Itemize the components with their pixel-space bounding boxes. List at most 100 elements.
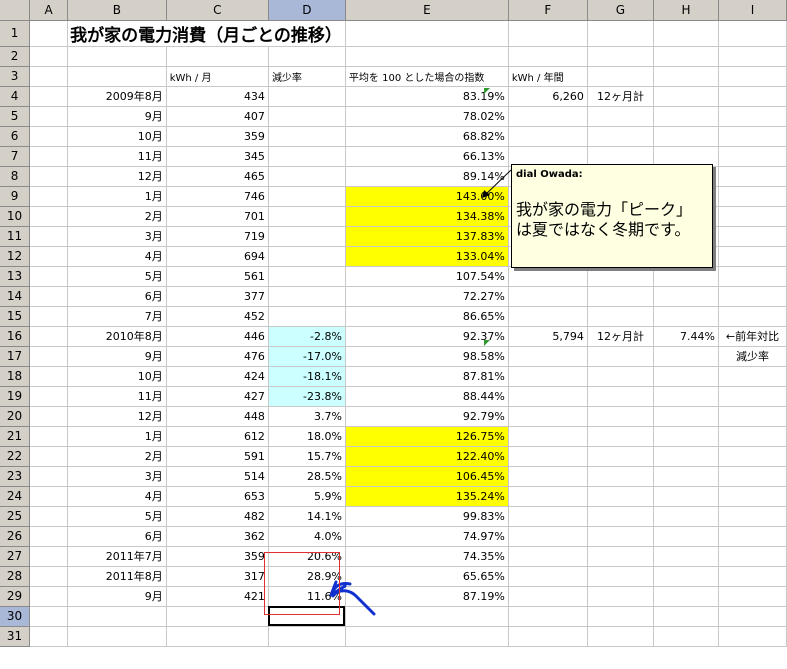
cell-f23[interactable] [508, 466, 588, 487]
cell-i16[interactable]: ←前年対比 [718, 326, 787, 347]
cell-e17[interactable]: 98.58% [345, 346, 509, 367]
cell-i8[interactable] [718, 166, 787, 187]
row-header-30[interactable]: 30 [0, 606, 31, 627]
cell-a28[interactable] [29, 566, 69, 587]
row-header-27[interactable]: 27 [0, 546, 31, 567]
cell-d9[interactable] [268, 186, 346, 207]
row-header-16[interactable]: 16 [0, 326, 31, 347]
cell-f17[interactable] [508, 346, 588, 367]
cell-d11[interactable] [268, 226, 346, 247]
column-header-h[interactable]: H [653, 0, 719, 21]
row-header-17[interactable]: 17 [0, 346, 31, 367]
cell-f19[interactable] [508, 386, 588, 407]
cell-e14[interactable]: 72.27% [345, 286, 509, 307]
row-header-20[interactable]: 20 [0, 406, 31, 427]
cell-g7[interactable] [587, 146, 655, 167]
cell-b27[interactable]: 2011年7月 [67, 546, 167, 567]
cell-c31[interactable] [166, 626, 269, 647]
cell-f21[interactable] [508, 426, 588, 447]
cell-f16[interactable]: 5,794 [508, 326, 588, 347]
column-header-a[interactable]: A [29, 0, 69, 21]
column-header-d[interactable]: D [268, 0, 346, 21]
cell-c30[interactable] [166, 606, 269, 627]
cell-b9[interactable]: 1月 [67, 186, 167, 207]
cell-h14[interactable] [653, 286, 719, 307]
page-title[interactable]: 我が家の電力消費（月ごとの推移） [67, 20, 346, 47]
cell-i14[interactable] [718, 286, 787, 307]
cell-e7[interactable]: 66.13% [345, 146, 509, 167]
cell-a8[interactable] [29, 166, 69, 187]
cell-a13[interactable] [29, 266, 69, 287]
cell-h27[interactable] [653, 546, 719, 567]
cell-c10[interactable]: 701 [166, 206, 269, 227]
cell-c24[interactable]: 653 [166, 486, 269, 507]
cell-a14[interactable] [29, 286, 69, 307]
cell-g4[interactable]: 12ヶ月計 [587, 86, 655, 107]
cell-i31[interactable] [718, 626, 787, 647]
cell-i13[interactable] [718, 266, 787, 287]
cell-f2[interactable] [508, 46, 588, 67]
cell-d18[interactable]: -18.1% [268, 366, 346, 387]
cell-e13[interactable]: 107.54% [345, 266, 509, 287]
cell-e28[interactable]: 65.65% [345, 566, 509, 587]
row-header-19[interactable]: 19 [0, 386, 31, 407]
cell-f7[interactable] [508, 146, 588, 167]
cell-i6[interactable] [718, 126, 787, 147]
cell-c19[interactable]: 427 [166, 386, 269, 407]
cell-i24[interactable] [718, 486, 787, 507]
cell-a26[interactable] [29, 526, 69, 547]
cell-h22[interactable] [653, 446, 719, 467]
cell-i15[interactable] [718, 306, 787, 327]
cell-d12[interactable] [268, 246, 346, 267]
cell-e25[interactable]: 99.83% [345, 506, 509, 527]
cell-a6[interactable] [29, 126, 69, 147]
cell-g25[interactable] [587, 506, 655, 527]
cell-e31[interactable] [345, 626, 509, 647]
cell-h29[interactable] [653, 586, 719, 607]
cell-c14[interactable]: 377 [166, 286, 269, 307]
cell-b24[interactable]: 4月 [67, 486, 167, 507]
cell-d10[interactable] [268, 206, 346, 227]
cell-a3[interactable] [29, 66, 69, 87]
cell-i5[interactable] [718, 106, 787, 127]
cell-i9[interactable] [718, 186, 787, 207]
cell-h26[interactable] [653, 526, 719, 547]
row-header-10[interactable]: 10 [0, 206, 31, 227]
cell-d17[interactable]: -17.0% [268, 346, 346, 367]
cell-e5[interactable]: 78.02% [345, 106, 509, 127]
cell-d25[interactable]: 14.1% [268, 506, 346, 527]
row-header-4[interactable]: 4 [0, 86, 31, 107]
cell-g26[interactable] [587, 526, 655, 547]
cell-h7[interactable] [653, 146, 719, 167]
cell-b12[interactable]: 4月 [67, 246, 167, 267]
cell-c18[interactable]: 424 [166, 366, 269, 387]
row-header-31[interactable]: 31 [0, 626, 31, 647]
cell-c28[interactable]: 317 [166, 566, 269, 587]
cell-h16[interactable]: 7.44% [653, 326, 719, 347]
cell-b22[interactable]: 2月 [67, 446, 167, 467]
cell-d21[interactable]: 18.0% [268, 426, 346, 447]
cell-e2[interactable] [345, 46, 509, 67]
cell-c8[interactable]: 465 [166, 166, 269, 187]
cell-g29[interactable] [587, 586, 655, 607]
cell-e29[interactable]: 87.19% [345, 586, 509, 607]
cell-g22[interactable] [587, 446, 655, 467]
cell-c6[interactable]: 359 [166, 126, 269, 147]
cell-b17[interactable]: 9月 [67, 346, 167, 367]
cell-a4[interactable] [29, 86, 69, 107]
cell-e18[interactable]: 87.81% [345, 366, 509, 387]
cell-e8[interactable]: 89.14% [345, 166, 509, 187]
cell-c21[interactable]: 612 [166, 426, 269, 447]
cell-i11[interactable] [718, 226, 787, 247]
cell-i12[interactable] [718, 246, 787, 267]
cell-g5[interactable] [587, 106, 655, 127]
cell-f25[interactable] [508, 506, 588, 527]
cell-e15[interactable]: 86.65% [345, 306, 509, 327]
cell-e10[interactable]: 134.38% [345, 206, 509, 227]
cell-c26[interactable]: 362 [166, 526, 269, 547]
cell-d31[interactable] [268, 626, 346, 647]
cell-f15[interactable] [508, 306, 588, 327]
cell-h19[interactable] [653, 386, 719, 407]
row-header-28[interactable]: 28 [0, 566, 31, 587]
cell-i22[interactable] [718, 446, 787, 467]
